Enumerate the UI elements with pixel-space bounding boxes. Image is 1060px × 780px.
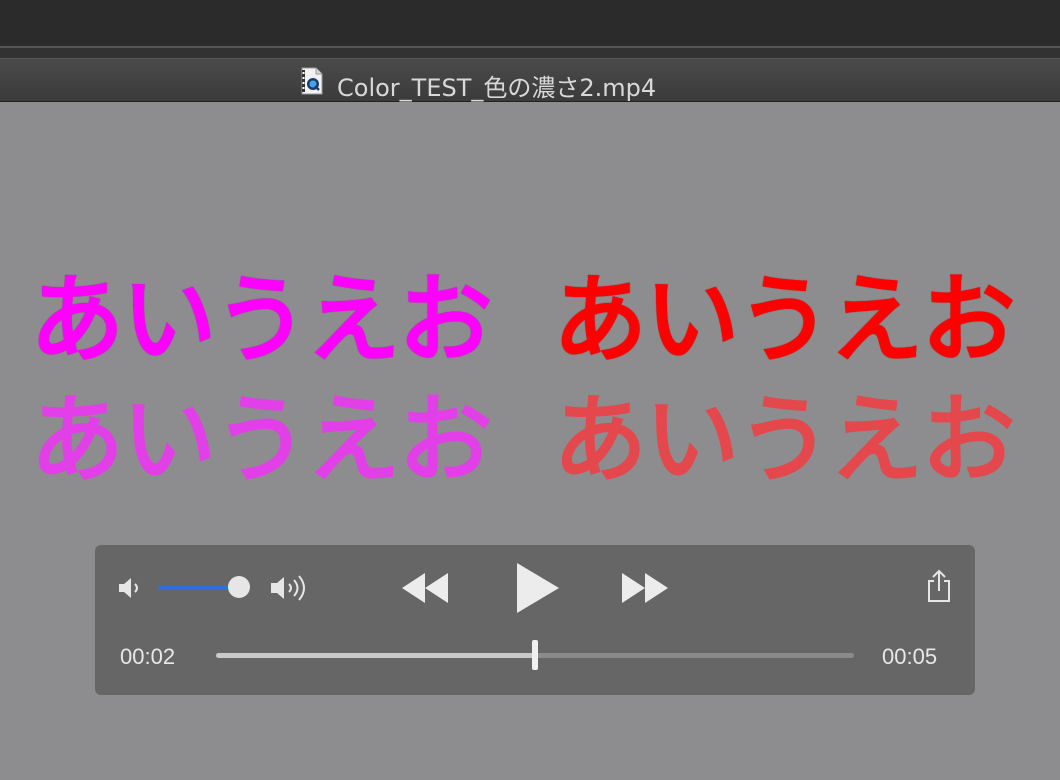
volume-level <box>158 585 239 590</box>
timeline-played <box>216 653 535 658</box>
share-icon[interactable] <box>925 569 953 603</box>
app-top-bar <box>0 0 1060 46</box>
timeline-scrubber[interactable] <box>216 640 854 670</box>
volume-slider[interactable] <box>158 576 250 598</box>
tab-strip-gap <box>0 48 1060 58</box>
video-text-red-light: あいうえお <box>553 384 1016 496</box>
video-text-red-strong: あいうえお <box>553 264 1016 376</box>
playback-controls: 00:02 00:05 <box>95 545 975 695</box>
rewind-icon[interactable] <box>400 571 450 605</box>
window-title-bar[interactable]: Color_TEST_色の濃さ2.mp4 <box>0 58 1060 102</box>
window-title: Color_TEST_色の濃さ2.mp4 <box>337 74 657 102</box>
speaker-high-icon[interactable] <box>269 573 315 603</box>
current-time: 00:02 <box>120 644 176 669</box>
playhead-handle[interactable] <box>532 640 538 670</box>
video-text-magenta-light: あいうえお <box>30 384 493 496</box>
play-icon[interactable] <box>513 561 561 615</box>
speaker-low-icon[interactable] <box>117 575 147 601</box>
fast-forward-icon[interactable] <box>620 571 670 605</box>
quicktime-file-icon <box>301 67 323 95</box>
volume-knob[interactable] <box>228 576 250 598</box>
duration-time: 00:05 <box>882 644 938 669</box>
video-text-magenta-strong: あいうえお <box>30 264 493 376</box>
